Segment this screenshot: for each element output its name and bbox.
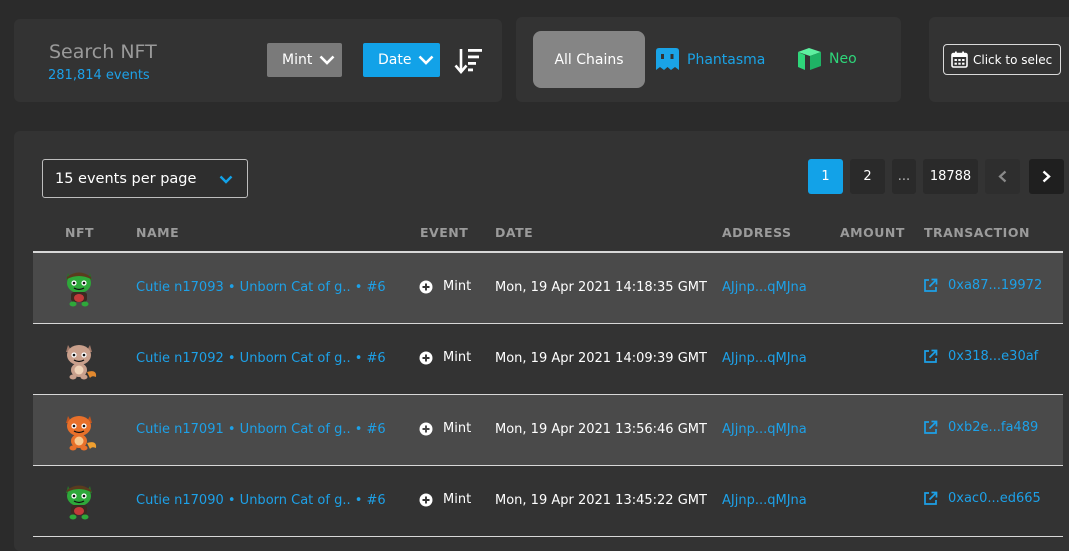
date-picker-button[interactable]: Click to selec xyxy=(943,44,1061,75)
chain-label: Phantasma xyxy=(687,51,766,68)
sort-field-label: Date xyxy=(378,52,412,68)
orange-cat-avatar[interactable] xyxy=(62,410,100,452)
address-link[interactable]: AJjnp...qMJna xyxy=(722,280,807,295)
table-row[interactable]: Cutie n17091 • Unborn Cat of g.. • #6 Mi… xyxy=(33,395,1063,466)
page-button[interactable]: 2 xyxy=(850,159,885,194)
green-cat-avatar[interactable] xyxy=(62,268,96,308)
page-ellipsis: ... xyxy=(892,159,916,194)
event-label: Mint xyxy=(443,350,472,365)
plus-circle-icon xyxy=(419,351,433,364)
page-button-current[interactable]: 1 xyxy=(808,159,843,194)
date-cell: Mon, 19 Apr 2021 14:09:39 GMT xyxy=(495,351,707,366)
event-cell: Mint xyxy=(419,421,471,436)
date-filter-panel: Click to selec xyxy=(929,17,1069,102)
all-chains-button[interactable]: All Chains xyxy=(533,31,645,88)
external-link-icon xyxy=(924,420,938,434)
nft-name-link[interactable]: Cutie n17092 • Unborn Cat of g.. • #6 xyxy=(136,351,386,366)
events-table-panel: 15 events per page 1 2 ... 18788 NFT NAM… xyxy=(14,131,1069,551)
table-row[interactable]: Cutie n17092 • Unborn Cat of g.. • #6 Mi… xyxy=(33,324,1063,395)
event-label: Mint xyxy=(443,421,472,436)
col-header-nft: NFT xyxy=(65,225,95,240)
plus-circle-icon xyxy=(419,422,433,435)
transaction-hash: 0xa87...19972 xyxy=(948,278,1043,293)
date-cell: Mon, 19 Apr 2021 13:45:22 GMT xyxy=(495,493,707,508)
col-header-address: ADDRESS xyxy=(722,225,792,240)
event-cell: Mint xyxy=(419,492,471,507)
phantasma-icon xyxy=(656,48,679,70)
search-title: Search NFT xyxy=(49,41,157,63)
transaction-hash: 0xac0...ed665 xyxy=(948,491,1041,506)
address-link[interactable]: AJjnp...qMJna xyxy=(722,493,807,508)
neo-icon xyxy=(798,48,821,70)
transaction-link[interactable]: 0x318...e30af xyxy=(923,349,1038,364)
chain-filter-panel: All Chains Phantasma Neo xyxy=(516,17,901,102)
event-label: Mint xyxy=(443,279,472,294)
calendar-icon xyxy=(951,51,968,68)
chevron-left-icon xyxy=(998,170,1007,183)
transaction-link[interactable]: 0xa87...19972 xyxy=(923,278,1042,293)
nft-name-link[interactable]: Cutie n17091 • Unborn Cat of g.. • #6 xyxy=(136,422,386,437)
col-header-event: EVENT xyxy=(420,225,469,240)
tan-cat-avatar[interactable] xyxy=(62,339,100,381)
chevron-down-icon xyxy=(319,55,335,65)
chevron-down-icon xyxy=(419,55,434,65)
table-row[interactable]: Cutie n17093 • Unborn Cat of g.. • #6 Mi… xyxy=(33,253,1063,324)
event-label: Mint xyxy=(443,492,472,507)
date-picker-label: Click to selec xyxy=(973,52,1053,67)
col-header-transaction: TRANSACTION xyxy=(924,225,1030,240)
address-link[interactable]: AJjnp...qMJna xyxy=(722,351,807,366)
nft-name-link[interactable]: Cutie n17090 • Unborn Cat of g.. • #6 xyxy=(136,493,386,508)
sort-field-dropdown[interactable]: Date xyxy=(363,43,440,77)
event-type-label: Mint xyxy=(282,52,313,68)
chain-phantasma-button[interactable]: Phantasma xyxy=(655,47,765,72)
event-count: 281,814 events xyxy=(48,68,150,83)
date-cell: Mon, 19 Apr 2021 14:18:35 GMT xyxy=(495,280,707,295)
col-header-amount: AMOUNT xyxy=(840,225,905,240)
address-link[interactable]: AJjnp...qMJna xyxy=(722,422,807,437)
chevron-right-icon xyxy=(1042,170,1051,183)
col-header-date: DATE xyxy=(495,225,534,240)
transaction-link[interactable]: 0xac0...ed665 xyxy=(923,491,1041,506)
sort-descending-icon[interactable] xyxy=(453,46,483,76)
transaction-hash: 0xb2e...fa489 xyxy=(948,420,1039,435)
per-page-dropdown[interactable]: 15 events per page xyxy=(42,159,248,198)
table-row[interactable]: Cutie n17090 • Unborn Cat of g.. • #6 Mi… xyxy=(33,466,1063,537)
plus-circle-icon xyxy=(419,280,433,293)
next-page-button[interactable] xyxy=(1029,159,1064,194)
green-cat-avatar[interactable] xyxy=(62,481,96,521)
external-link-icon xyxy=(924,491,938,505)
external-link-icon xyxy=(924,349,938,363)
chain-label: Neo xyxy=(829,51,857,67)
plus-circle-icon xyxy=(419,493,433,506)
external-link-icon xyxy=(924,278,938,292)
event-cell: Mint xyxy=(419,350,471,365)
date-cell: Mon, 19 Apr 2021 13:56:46 GMT xyxy=(495,422,707,437)
search-panel: Search NFT 281,814 events Mint Date xyxy=(14,19,502,102)
transaction-link[interactable]: 0xb2e...fa489 xyxy=(923,420,1038,435)
per-page-label: 15 events per page xyxy=(55,170,197,187)
prev-page-button[interactable] xyxy=(985,159,1020,194)
event-type-dropdown[interactable]: Mint xyxy=(267,43,342,77)
page-button-last[interactable]: 18788 xyxy=(923,159,978,194)
nft-name-link[interactable]: Cutie n17093 • Unborn Cat of g.. • #6 xyxy=(136,280,386,295)
col-header-name: NAME xyxy=(136,225,180,240)
chevron-down-icon xyxy=(219,175,233,184)
chain-neo-button[interactable]: Neo xyxy=(797,47,857,71)
event-cell: Mint xyxy=(419,279,471,294)
transaction-hash: 0x318...e30af xyxy=(948,349,1039,364)
